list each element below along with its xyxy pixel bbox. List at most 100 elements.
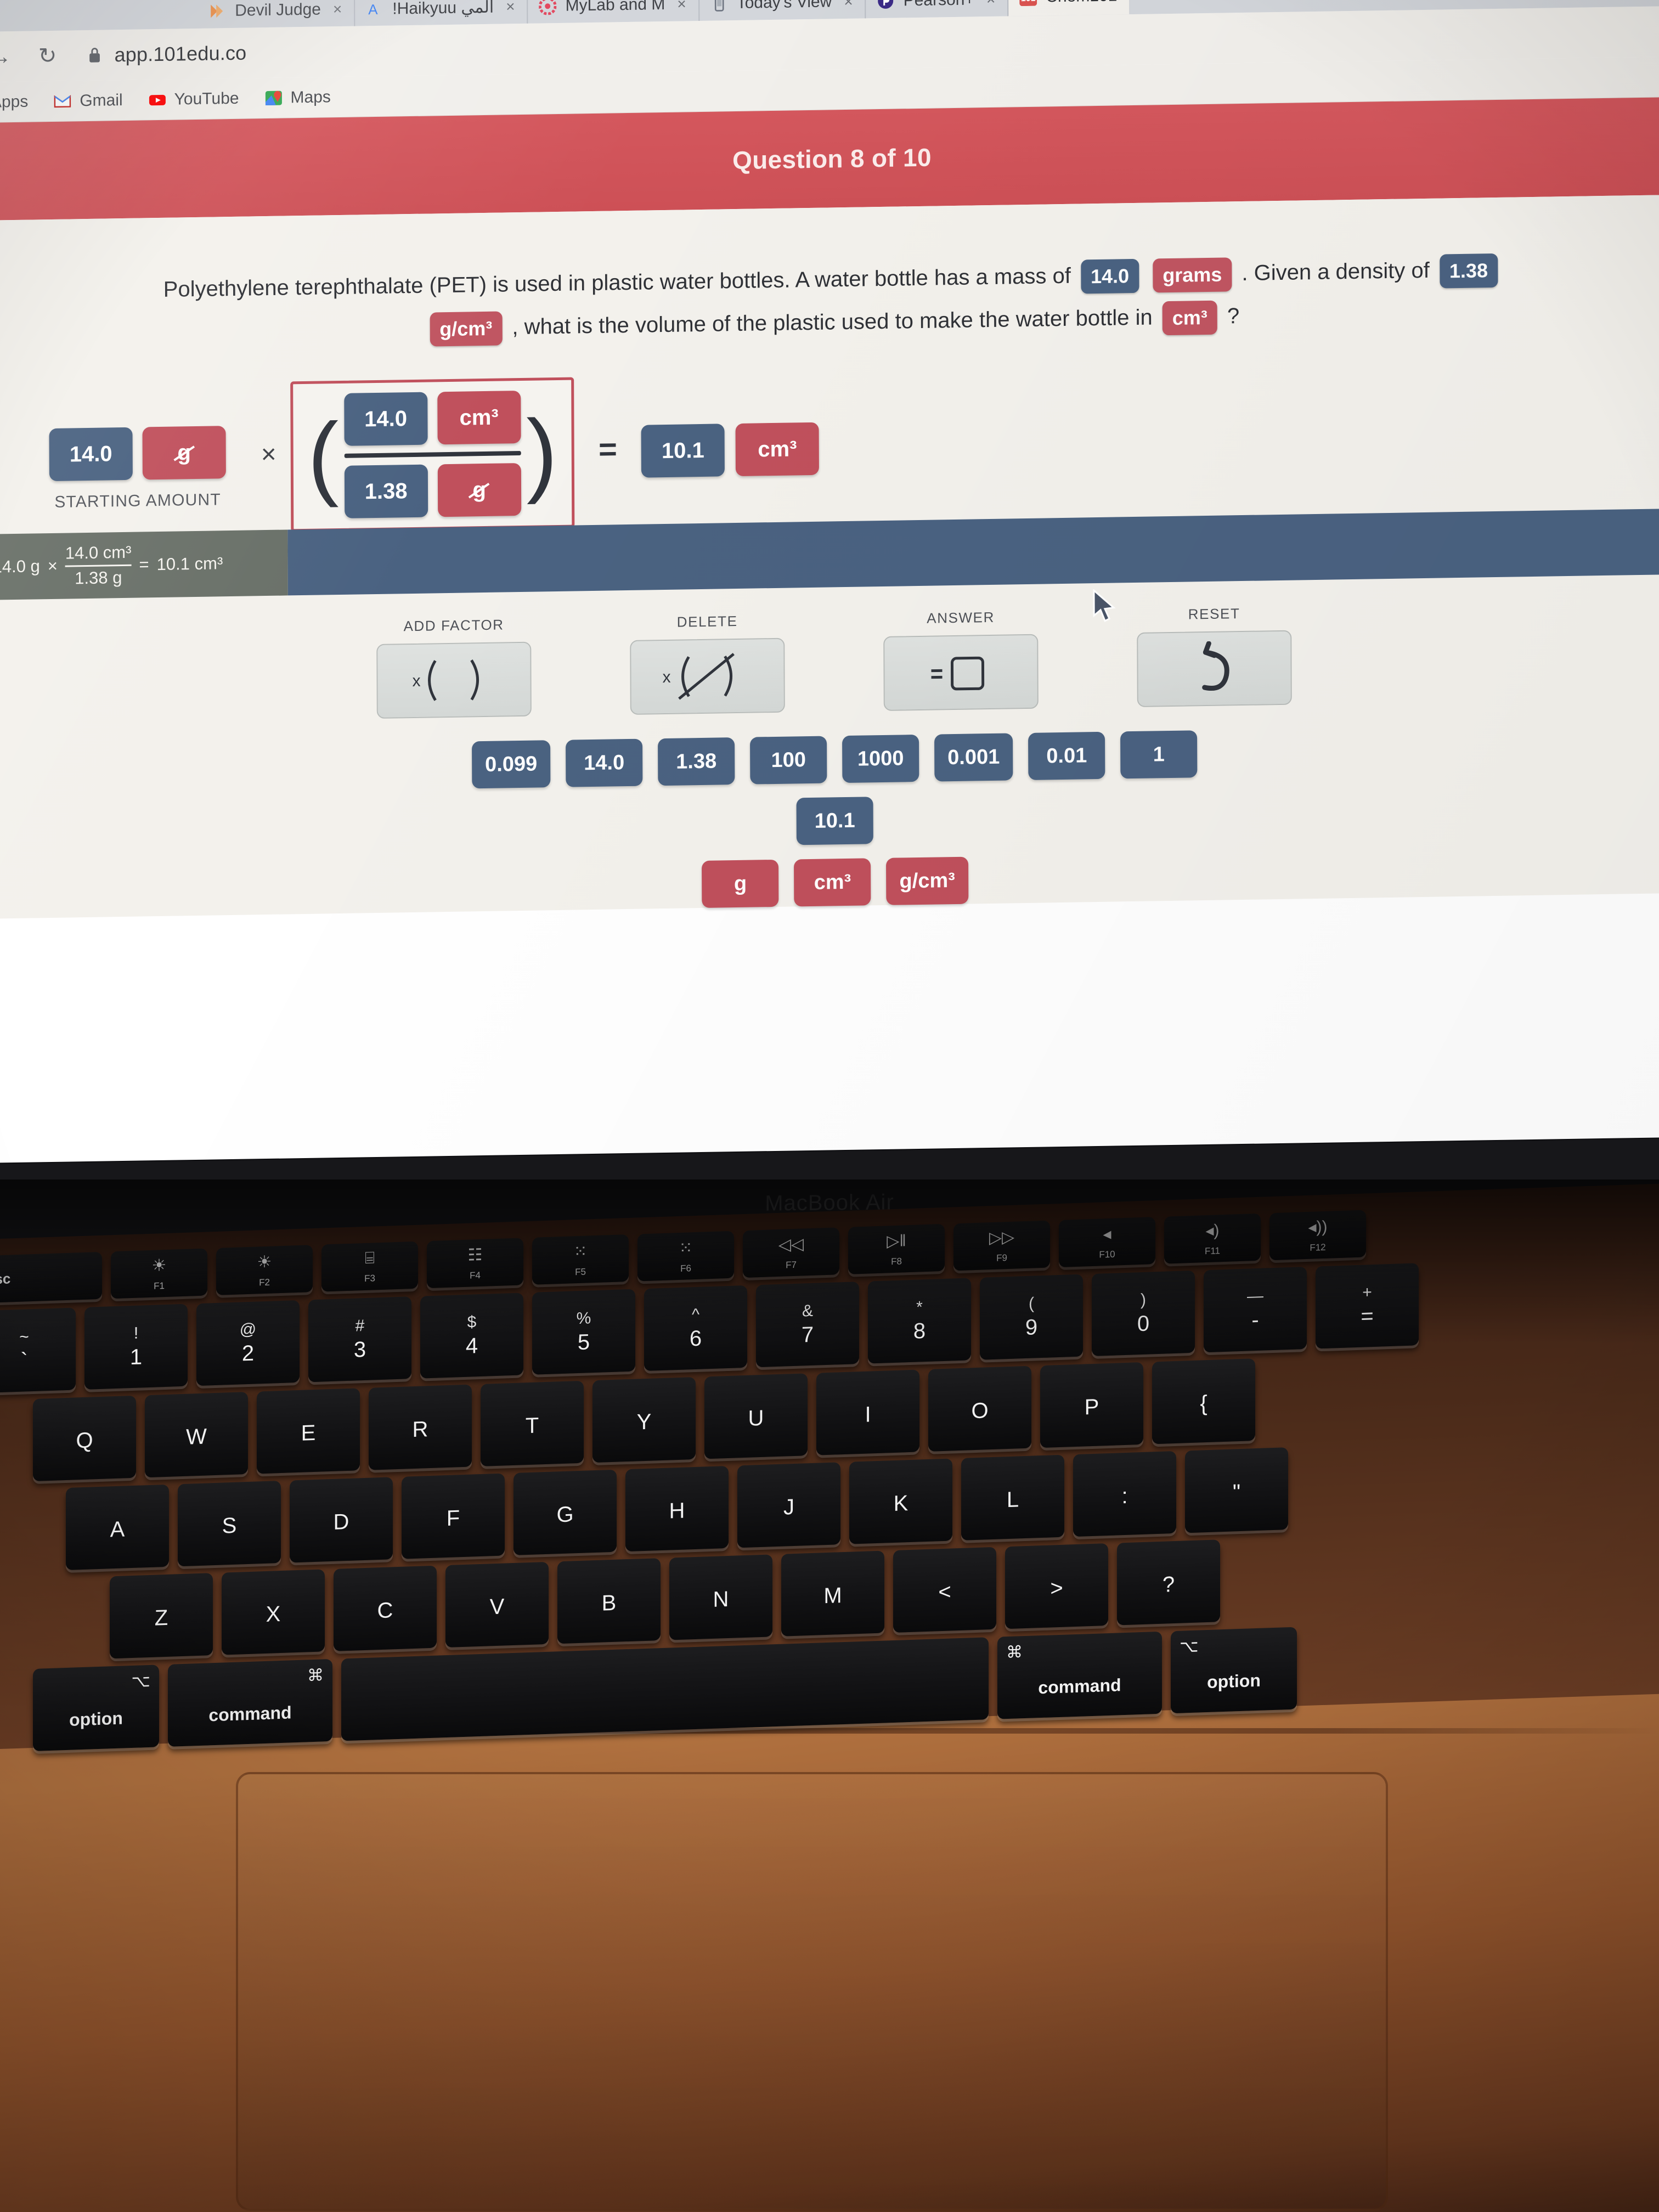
key-label: C <box>377 1598 393 1623</box>
chip-density-unit[interactable]: g/cm³ <box>430 311 503 347</box>
key-period[interactable]: > <box>1005 1543 1108 1629</box>
bookmark-youtube[interactable]: YouTube <box>148 89 239 109</box>
chip-density-value[interactable]: 1.38 <box>1439 253 1498 289</box>
bookmark-gmail[interactable]: Gmail <box>53 91 123 110</box>
key-command-right[interactable]: ⌘ command <box>997 1631 1162 1719</box>
left-paren: ( <box>307 403 339 509</box>
chip-mass-value[interactable]: 14.0 <box>1080 259 1139 294</box>
key-d[interactable]: D <box>290 1477 393 1563</box>
reset-button[interactable] <box>1137 630 1292 707</box>
browser-tab-mylab[interactable]: MyLab and M × <box>528 0 699 24</box>
close-icon[interactable]: × <box>986 0 995 8</box>
forward-arrow-icon[interactable]: → <box>0 44 15 69</box>
chip-mass-unit[interactable]: grams <box>1153 257 1232 293</box>
key-u[interactable]: U <box>704 1373 808 1459</box>
answer-unit-tile[interactable]: cm³ <box>735 422 820 477</box>
key-x[interactable]: X <box>222 1569 325 1655</box>
key-label: " <box>1232 1480 1241 1505</box>
key-t[interactable]: T <box>481 1380 584 1466</box>
key-g[interactable]: G <box>514 1469 617 1555</box>
close-icon[interactable]: × <box>677 0 686 13</box>
conversion-factor-box[interactable]: ( 14.0 cm³ 1.38 g ) <box>290 377 575 532</box>
key-s[interactable]: S <box>178 1481 281 1567</box>
key-k[interactable]: K <box>849 1458 952 1544</box>
key-b[interactable]: B <box>557 1558 661 1644</box>
browser-tab-todays-view[interactable]: Today's View × <box>699 0 866 21</box>
key-j[interactable]: J <box>737 1462 840 1548</box>
close-icon[interactable]: × <box>333 1 342 18</box>
bookmark-apps[interactable]: Apps <box>0 92 28 111</box>
denominator-unit-tile[interactable]: g <box>437 462 521 517</box>
command-glyph: ⌘ <box>307 1666 324 1685</box>
key-q[interactable]: Q <box>33 1395 136 1482</box>
key-h[interactable]: H <box>625 1465 729 1552</box>
key-f[interactable]: F <box>402 1473 505 1559</box>
key-c[interactable]: C <box>334 1565 437 1651</box>
palette-tile[interactable]: 0.01 <box>1028 731 1105 780</box>
starting-unit-tile[interactable]: g <box>142 426 226 480</box>
browser-tab-chem101[interactable]: 101 Chem101 <box>1008 0 1130 16</box>
palette-tile[interactable]: 0.001 <box>934 733 1013 782</box>
palette-tile[interactable]: 1 <box>1120 730 1198 779</box>
key-semicolon[interactable]: : <box>1073 1451 1176 1537</box>
palette-unit-tile[interactable]: g <box>702 859 779 908</box>
key-v[interactable]: V <box>445 1561 549 1648</box>
key-l[interactable]: L <box>961 1454 1064 1541</box>
trackpad[interactable] <box>236 1772 1388 2211</box>
key-quote[interactable]: " <box>1185 1447 1288 1533</box>
option-glyph: ⌥ <box>1180 1637 1199 1656</box>
key-n[interactable]: N <box>669 1554 772 1640</box>
reload-icon[interactable]: ↻ <box>33 43 61 69</box>
key-w[interactable]: W <box>145 1392 248 1478</box>
palette-tile[interactable]: 100 <box>750 736 827 785</box>
browser-tab-pearson[interactable]: Pearson+ × <box>866 0 1009 19</box>
key-option-left[interactable]: ⌥ option <box>33 1664 159 1752</box>
youtube-icon <box>149 94 166 105</box>
key-option-right[interactable]: ⌥ option <box>1171 1627 1297 1714</box>
key-a[interactable]: A <box>66 1484 169 1571</box>
close-icon[interactable]: × <box>506 0 515 15</box>
multiply-parens-struck-icon: x <box>662 653 735 700</box>
key-z[interactable]: Z <box>110 1573 213 1659</box>
close-icon[interactable]: × <box>844 0 853 10</box>
key-label: A <box>110 1517 125 1542</box>
delete-button[interactable]: x <box>630 637 785 715</box>
question-prompt: Polyethylene terephthalate (PET) is used… <box>0 195 1659 362</box>
numerator-value-tile[interactable]: 14.0 <box>343 392 428 446</box>
palette-tile[interactable]: 1.38 <box>658 737 735 786</box>
answer-button[interactable] <box>883 634 1039 711</box>
key-command-left[interactable]: ⌘ command <box>168 1658 332 1747</box>
key-bracket-left[interactable]: { <box>1152 1358 1255 1444</box>
key-m[interactable]: M <box>781 1550 884 1637</box>
key-y[interactable]: Y <box>592 1376 696 1463</box>
starting-value-tile[interactable]: 14.0 <box>49 427 133 482</box>
browser-tab-haikyuu[interactable]: A !Haikyuu المي × <box>355 0 528 26</box>
laptop-shadow <box>0 1180 1659 1344</box>
key-label: < <box>938 1579 951 1605</box>
key-i[interactable]: I <box>816 1369 919 1455</box>
palette-tile[interactable]: 14.0 <box>566 738 643 787</box>
add-factor-button[interactable]: x <box>376 641 532 719</box>
palette-tile[interactable]: 0.099 <box>471 740 551 789</box>
answer-value-tile[interactable]: 10.1 <box>641 424 725 478</box>
key-comma[interactable]: < <box>893 1547 996 1633</box>
denominator-value-tile[interactable]: 1.38 <box>344 464 428 518</box>
palette-tile[interactable]: 1000 <box>842 734 919 783</box>
key-bottom-label: 1 <box>129 1345 143 1370</box>
bookmark-maps[interactable]: Maps <box>264 88 331 108</box>
palette-numbers-row-2: 10.1 <box>0 785 1659 857</box>
work-times: × <box>47 556 58 576</box>
key-p[interactable]: P <box>1040 1362 1143 1448</box>
palette-unit-tile[interactable]: g/cm³ <box>886 856 969 905</box>
key-slash[interactable]: ? <box>1117 1539 1220 1626</box>
numerator-unit-tile[interactable]: cm³ <box>437 390 521 445</box>
browser-tab-devil-judge[interactable]: Devil Judge × <box>198 0 356 29</box>
palette-tile[interactable]: 10.1 <box>796 797 873 845</box>
palette-unit-tile[interactable]: cm³ <box>794 858 871 907</box>
fraction-bar <box>344 450 521 458</box>
key-r[interactable]: R <box>369 1384 472 1470</box>
key-o[interactable]: O <box>928 1365 1031 1452</box>
omnibox[interactable]: app.101edu.co <box>87 42 246 67</box>
key-e[interactable]: E <box>257 1388 360 1474</box>
chip-answer-unit[interactable]: cm³ <box>1162 301 1217 336</box>
